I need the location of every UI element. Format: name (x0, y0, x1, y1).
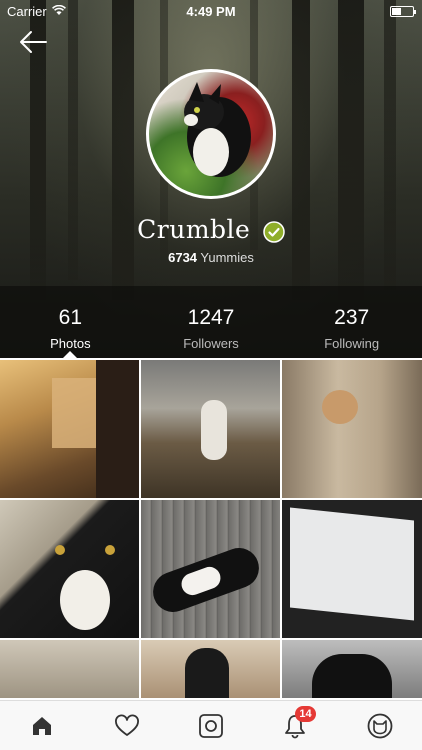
stat-following-value: 237 (334, 306, 370, 329)
stat-photos-label: Photos (50, 336, 91, 351)
battery-icon (390, 6, 416, 17)
yummies-label: Yummies (200, 250, 254, 265)
clock: 4:49 PM (186, 4, 236, 19)
avatar[interactable] (146, 69, 276, 199)
photo-thumbnail[interactable] (282, 360, 422, 498)
photo-thumbnail[interactable] (141, 640, 280, 698)
home-icon (33, 716, 52, 735)
camera-icon (199, 713, 223, 738)
profile-name: Crumble (0, 215, 422, 244)
church-facade (52, 378, 96, 448)
profile-stats: 61 Photos 1247 Followers 237 Following (0, 290, 422, 358)
forest-tree (384, 0, 396, 290)
photo-thumbnail[interactable] (0, 360, 139, 498)
tab-camera[interactable] (191, 706, 231, 746)
notification-badge: 14 (295, 705, 316, 722)
cat-face-white (60, 570, 110, 630)
heart-icon (114, 714, 139, 736)
tab-home[interactable] (22, 706, 62, 746)
photo-thumbnail[interactable] (0, 500, 139, 638)
photo-thumbnail[interactable] (0, 640, 139, 698)
stat-followers-value: 1247 (187, 306, 235, 329)
tab-notifications[interactable]: 14 (275, 705, 316, 746)
cat-head (185, 648, 229, 698)
stat-followers-label: Followers (183, 336, 239, 351)
yummies-number: 6734 (168, 250, 198, 265)
tab-bar: 14 (0, 700, 422, 750)
cat-on-building (322, 390, 358, 424)
cat-face-icon (367, 713, 393, 738)
cat-eye (55, 545, 65, 555)
stat-following-label: Following (324, 336, 380, 351)
verified-badge-icon (263, 220, 285, 243)
yummies-count: 6734 Yummies (0, 250, 422, 265)
back-arrow-icon (20, 31, 47, 53)
stat-photos-value: 61 (58, 306, 83, 329)
cat-head (312, 654, 392, 698)
photo-thumbnail[interactable] (282, 640, 422, 698)
building-shadow (96, 360, 139, 498)
cat-eye (105, 545, 115, 555)
stat-following[interactable]: 237 Following (281, 290, 422, 358)
giant-cat (201, 400, 227, 460)
photo-thumbnail[interactable] (282, 500, 422, 638)
photo-thumbnail[interactable] (141, 360, 280, 498)
tab-likes[interactable] (107, 706, 147, 746)
photo-grid (0, 358, 422, 698)
cat-avatar-image (184, 82, 251, 177)
stat-photos[interactable]: 61 Photos (0, 290, 141, 358)
stat-followers[interactable]: 1247 Followers (141, 290, 282, 358)
laptop-screen (290, 507, 414, 621)
back-button[interactable] (18, 28, 48, 56)
photo-thumbnail[interactable] (141, 500, 280, 638)
status-bar: Carrier 4:49 PM (0, 0, 422, 22)
profile-name-text: Crumble (137, 215, 251, 244)
tab-profile[interactable] (360, 706, 400, 746)
